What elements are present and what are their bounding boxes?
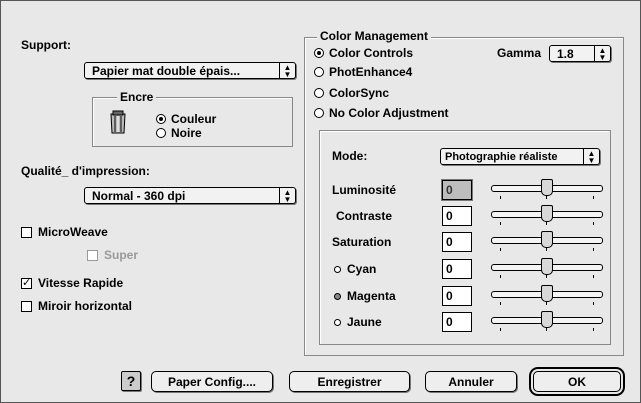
cyan-label: Cyan	[334, 262, 376, 276]
color-management-title: Color Management	[317, 29, 432, 43]
help-button[interactable]: ?	[121, 371, 141, 391]
support-value: Papier mat double épais...	[92, 64, 241, 78]
luminosite-slider[interactable]	[487, 179, 607, 203]
radio-icon	[314, 67, 324, 77]
updown-arrows-icon: ▲ ▼	[583, 149, 599, 164]
slider-thumb[interactable]	[541, 179, 553, 196]
checkbox-icon	[21, 300, 32, 312]
print-dialog: Support: Papier mat double épais... ▲ ▼ E…	[0, 0, 641, 403]
contraste-slider[interactable]	[487, 205, 607, 229]
miroir-horizontal-checkbox[interactable]: Miroir horizontal	[21, 299, 132, 313]
checkbox-icon	[21, 226, 32, 238]
enregistrer-button[interactable]: Enregistrer	[289, 371, 410, 392]
saturation-slider[interactable]	[487, 231, 607, 255]
radio-selected-icon	[156, 114, 166, 124]
quality-value: Normal - 360 dpi	[92, 189, 186, 203]
slider-thumb[interactable]	[541, 231, 553, 248]
no-color-adjustment-radio[interactable]: No Color Adjustment	[314, 106, 449, 120]
color-controls-radio[interactable]: Color Controls	[314, 46, 413, 60]
slider-thumb[interactable]	[541, 205, 553, 222]
paper-config-button[interactable]: Paper Config....	[151, 371, 273, 392]
magenta-field[interactable]: 0	[442, 286, 472, 306]
updown-arrows-icon: ▲ ▼	[594, 46, 610, 61]
updown-arrows-icon: ▲ ▼	[279, 188, 295, 203]
support-label: Support:	[21, 38, 71, 52]
updown-arrows-icon: ▲ ▼	[279, 63, 295, 78]
slider-thumb[interactable]	[541, 285, 553, 302]
saturation-field[interactable]: 0	[442, 232, 472, 252]
support-popup[interactable]: Papier mat double épais... ▲ ▼	[84, 62, 296, 79]
mode-label: Mode:	[332, 149, 368, 163]
ink-cartridge-icon	[109, 110, 127, 134]
contraste-field[interactable]: 0	[442, 206, 472, 226]
luminosite-label: Luminosité	[332, 183, 397, 197]
photenhance-radio[interactable]: PhotEnhance4	[314, 65, 412, 79]
radio-icon	[314, 88, 324, 98]
gamma-value: 1.8	[557, 47, 574, 61]
vitesse-rapide-checkbox[interactable]: ✓ Vitesse Rapide	[21, 276, 123, 290]
annuler-button[interactable]: Annuler	[425, 371, 517, 392]
mode-popup[interactable]: Photographie réaliste ▲ ▼	[440, 148, 600, 165]
checkmark-icon: ✓	[21, 276, 32, 289]
encre-title: Encre	[117, 90, 157, 104]
gamma-popup[interactable]: 1.8 ▲ ▼	[549, 45, 611, 62]
mode-value: Photographie réaliste	[445, 151, 558, 163]
colorsync-radio[interactable]: ColorSync	[314, 86, 389, 100]
radio-selected-icon	[314, 48, 324, 58]
slider-thumb[interactable]	[541, 311, 553, 328]
ink-black-radio[interactable]: Noire	[156, 126, 202, 140]
ink-color-radio[interactable]: Couleur	[156, 112, 216, 126]
saturation-label: Saturation	[332, 235, 392, 249]
luminosite-field[interactable]: 0	[442, 180, 472, 200]
contraste-label: Contraste	[336, 209, 393, 223]
cyan-slider[interactable]	[487, 258, 607, 282]
magenta-label: Magenta	[334, 289, 396, 303]
radio-icon	[156, 128, 166, 138]
cyan-field[interactable]: 0	[442, 259, 472, 279]
microweave-checkbox[interactable]: MicroWeave	[21, 225, 108, 239]
magenta-slider[interactable]	[487, 285, 607, 309]
jaune-slider[interactable]	[487, 311, 607, 335]
gamma-label: Gamma	[497, 46, 542, 60]
ok-button[interactable]: OK	[533, 371, 621, 392]
magenta-dot-icon	[334, 292, 341, 300]
radio-icon	[314, 108, 324, 118]
jaune-dot-icon	[334, 318, 341, 326]
super-checkbox[interactable]: Super	[87, 248, 138, 262]
cyan-dot-icon	[334, 265, 341, 273]
slider-thumb[interactable]	[541, 258, 553, 275]
checkbox-icon	[87, 249, 98, 261]
jaune-label: Jaune	[334, 315, 382, 329]
quality-label: Qualité_ d'impression:	[21, 164, 150, 178]
quality-popup[interactable]: Normal - 360 dpi ▲ ▼	[84, 187, 296, 204]
jaune-field[interactable]: 0	[442, 312, 472, 332]
